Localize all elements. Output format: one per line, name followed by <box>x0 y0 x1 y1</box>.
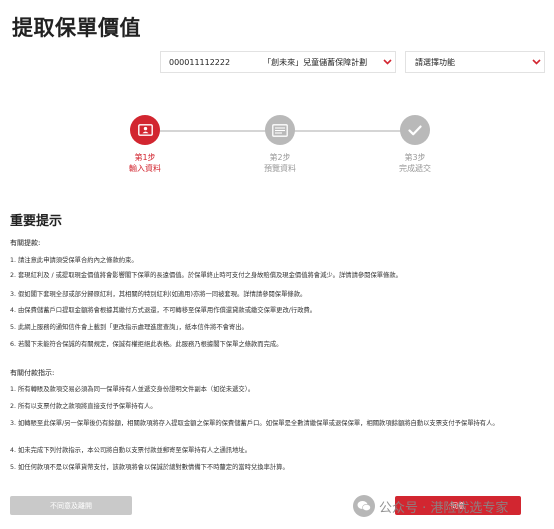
notice-item: 1. 請注意此申請須受保單合約內之條款約束。 <box>10 257 138 264</box>
notice-item: 3. 如轉賬至此保單/另一保單後仍有餘額，相關款項將存入提取金額之保單的保費儲蓄… <box>10 420 499 427</box>
step-1: 第1步 輸入資料 <box>100 115 190 174</box>
step-label: 輸入資料 <box>129 164 161 173</box>
function-select-placeholder: 請選擇功能 <box>415 57 455 67</box>
step-number: 第2步 <box>269 153 291 162</box>
notice-item: 1. 所有轉賬及款項交易必須為同一保單持有人並遞交身份證明文件副本（如從未遞交）… <box>10 386 255 393</box>
notice-item: 6. 若閣下未能符合保誠的有關規定，保誠有權拒絕此表格。此服務乃根據閣下保單之條… <box>10 341 283 348</box>
page-title: 提取保單價值 <box>12 16 141 40</box>
notice-item: 2. 套現紅利及 / 或提取現金價值將會影響閣下保單的長遠價值。於保單終止時可支… <box>10 272 402 279</box>
payment-notice-title: 有關付款指示: <box>10 369 55 377</box>
wechat-icon <box>353 495 375 517</box>
policy-number: 000011112222 <box>169 57 231 67</box>
watermark-text: 公众号 · 港险优选专家 <box>379 500 509 516</box>
step-3: 第3步 完成遞交 <box>370 115 460 174</box>
policy-select[interactable]: 000011112222 「創未來」兒童儲蓄保障計劃 <box>160 51 396 73</box>
form-preview-icon <box>265 115 295 145</box>
notice-item: 4. 由保費儲蓄戶口提取金額將會根據其繳付方式退還，不可轉移至保單用作償還貸款或… <box>10 307 317 314</box>
step-number: 第3步 <box>404 153 426 162</box>
function-select[interactable]: 請選擇功能 <box>405 51 545 73</box>
check-icon <box>400 115 430 145</box>
policy-select-value: 000011112222 「創未來」兒童儲蓄保障計劃 <box>169 57 379 68</box>
id-card-icon <box>130 115 160 145</box>
progress-stepper: 第1步 輸入資料 第2步 預覽資料 第3步 完成遞交 <box>100 115 460 185</box>
step-2: 第2步 預覽資料 <box>235 115 325 174</box>
important-notice-heading: 重要提示 <box>10 214 63 229</box>
chevron-down-icon <box>528 59 544 65</box>
step-number: 第1步 <box>134 153 156 162</box>
policy-plan-name: 「創未來」兒童儲蓄保障計劃 <box>263 57 368 67</box>
step-label: 完成遞交 <box>399 164 431 173</box>
step-label: 預覽資料 <box>264 164 296 173</box>
notice-item: 2. 所有以支票付款之款項將直接支付予保單持有人。 <box>10 403 157 410</box>
notice-item: 5. 此網上服務的通知信件會上載到「更改指示處理進度查詢」，紙本信件將不會寄出。 <box>10 324 248 331</box>
disagree-and-leave-button[interactable]: 不同意及離開 <box>10 496 132 515</box>
chevron-down-icon <box>379 59 395 65</box>
notice-item: 4. 如未完成下列付款指示，本公司將自動以支票付款並郵寄至保單持有人之通訊地址。 <box>10 447 251 454</box>
notice-item: 3. 假如閣下套現全部或部分歸原紅利，其相關的特別紅利(如適用)亦將一同被套現。… <box>10 291 307 298</box>
notice-item: 5. 如任何款項不是以保單貨幣支付，該款項將會以保誠於總對數情備下不時釐定的當時… <box>10 464 289 471</box>
withdrawal-notice-title: 有關提款: <box>10 239 41 247</box>
watermark: 公众号 · 港险优选专家 <box>353 495 508 517</box>
